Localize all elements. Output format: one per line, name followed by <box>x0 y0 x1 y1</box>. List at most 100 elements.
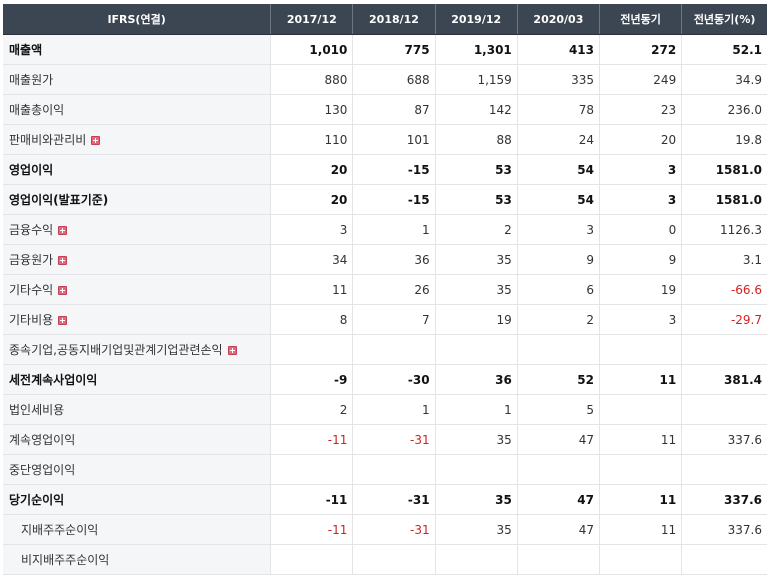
value-cell: 35 <box>435 514 518 545</box>
value-cell: -11 <box>270 484 354 515</box>
value-cell: 1 <box>352 214 436 245</box>
row-label: 금융원가 <box>9 253 54 267</box>
column-header-2017-12: 2017/12 <box>270 4 354 35</box>
plus-icon[interactable] <box>58 316 68 325</box>
value-cell: 20 <box>270 154 354 185</box>
row-label-cell[interactable]: 판매비와관리비 <box>3 124 272 155</box>
row-label: 영업이익 <box>9 163 54 177</box>
value-cell: 688 <box>352 64 436 95</box>
row-label-cell: 매출총이익 <box>3 94 272 125</box>
value-cell: 35 <box>435 424 518 455</box>
table-row: 금융원가 34 36 35 9 9 3.1 <box>3 244 767 275</box>
row-label: 세전계속사업이익 <box>9 373 98 387</box>
row-label-cell: 비지배주주순이익 <box>3 544 272 575</box>
table-row: 기타수익 11 26 35 6 19 -66.6 <box>3 274 767 305</box>
value-cell: 53 <box>435 154 518 185</box>
row-label: 매출원가 <box>9 73 54 87</box>
table-row: 금융수익 3 1 2 3 0 1126.3 <box>3 214 767 245</box>
row-label: 판매비와관리비 <box>9 133 87 147</box>
value-cell: 7 <box>352 304 436 335</box>
value-cell: 19.8 <box>681 124 767 155</box>
row-label-cell[interactable]: 기타비용 <box>3 304 272 335</box>
row-label: 매출액 <box>9 43 43 57</box>
header-row: IFRS(연결) 2017/12 2018/12 2019/12 2020/03… <box>3 4 767 35</box>
row-label-cell: 영업이익(발표기준) <box>3 184 272 215</box>
row-label: 기타수익 <box>9 283 54 297</box>
column-header-label: IFRS(연결) <box>3 4 272 35</box>
row-label-cell[interactable]: 금융수익 <box>3 214 272 245</box>
value-cell: 1581.0 <box>681 154 767 185</box>
plus-icon[interactable] <box>58 286 68 295</box>
table-row: 비지배주주순이익 <box>3 544 767 575</box>
row-label: 당기순이익 <box>9 493 65 507</box>
column-header-2020-03: 2020/03 <box>517 4 601 35</box>
row-label-cell: 영업이익 <box>3 154 272 185</box>
value-cell: 11 <box>599 514 683 545</box>
row-label-cell[interactable]: 금융원가 <box>3 244 272 275</box>
plus-icon[interactable] <box>227 346 237 355</box>
value-cell: 35 <box>435 244 518 275</box>
value-cell <box>681 394 767 425</box>
row-label: 금융수익 <box>9 223 54 237</box>
value-cell: -15 <box>352 154 436 185</box>
value-cell <box>270 454 354 485</box>
value-cell: 53 <box>435 184 518 215</box>
income-statement-table: IFRS(연결) 2017/12 2018/12 2019/12 2020/03… <box>3 4 767 575</box>
table-row: 중단영업이익 <box>3 454 767 485</box>
value-cell: 1,301 <box>435 34 518 65</box>
value-cell: 2 <box>270 394 354 425</box>
plus-icon[interactable] <box>58 256 68 265</box>
row-label-cell: 지배주주순이익 <box>3 514 272 545</box>
value-cell <box>270 334 354 365</box>
table-row: 영업이익 20 -15 53 54 3 1581.0 <box>3 154 767 185</box>
value-cell: -9 <box>270 364 354 395</box>
table-row: 지배주주순이익 -11 -31 35 47 11 337.6 <box>3 514 767 545</box>
value-cell: -66.6 <box>681 274 767 305</box>
value-cell: 78 <box>517 94 601 125</box>
table-row: 매출총이익 130 87 142 78 23 236.0 <box>3 94 767 125</box>
value-cell: 35 <box>435 484 518 515</box>
value-cell: 36 <box>352 244 436 275</box>
row-label-cell[interactable]: 종속기업,공동지배기업및관계기업관련손익 <box>3 334 272 365</box>
value-cell <box>352 334 436 365</box>
value-cell: 337.6 <box>681 514 767 545</box>
table-row: 종속기업,공동지배기업및관계기업관련손익 <box>3 334 767 365</box>
value-cell: 3 <box>270 214 354 245</box>
row-label-cell: 세전계속사업이익 <box>3 364 272 395</box>
value-cell: 24 <box>517 124 601 155</box>
table-row: 매출액 1,010 775 1,301 413 272 52.1 <box>3 34 767 65</box>
plus-icon[interactable] <box>58 226 68 235</box>
value-cell <box>352 544 436 575</box>
row-label-cell[interactable]: 기타수익 <box>3 274 272 305</box>
value-cell: 52 <box>517 364 601 395</box>
value-cell: 19 <box>435 304 518 335</box>
value-cell: -11 <box>270 424 354 455</box>
value-cell: 20 <box>270 184 354 215</box>
table-row: 법인세비용 2 1 1 5 <box>3 394 767 425</box>
column-header-prev-period: 전년동기 <box>599 4 683 35</box>
value-cell: 54 <box>517 184 601 215</box>
value-cell: 1,159 <box>435 64 518 95</box>
value-cell <box>517 544 601 575</box>
row-label: 종속기업,공동지배기업및관계기업관련손익 <box>9 343 223 357</box>
value-cell: -11 <box>270 514 354 545</box>
value-cell: 20 <box>599 124 683 155</box>
value-cell <box>681 334 767 365</box>
value-cell: 335 <box>517 64 601 95</box>
value-cell: 11 <box>599 484 683 515</box>
row-label-cell: 중단영업이익 <box>3 454 272 485</box>
value-cell <box>352 454 436 485</box>
value-cell: 1 <box>352 394 436 425</box>
value-cell: 11 <box>270 274 354 305</box>
table-row: 판매비와관리비 110 101 88 24 20 19.8 <box>3 124 767 155</box>
value-cell: 3 <box>599 154 683 185</box>
value-cell: 0 <box>599 214 683 245</box>
value-cell: 1581.0 <box>681 184 767 215</box>
value-cell <box>681 454 767 485</box>
plus-icon[interactable] <box>91 136 101 145</box>
value-cell: 236.0 <box>681 94 767 125</box>
row-label: 기타비용 <box>9 313 54 327</box>
row-label: 중단영업이익 <box>9 463 76 477</box>
value-cell: 47 <box>517 484 601 515</box>
value-cell: 6 <box>517 274 601 305</box>
